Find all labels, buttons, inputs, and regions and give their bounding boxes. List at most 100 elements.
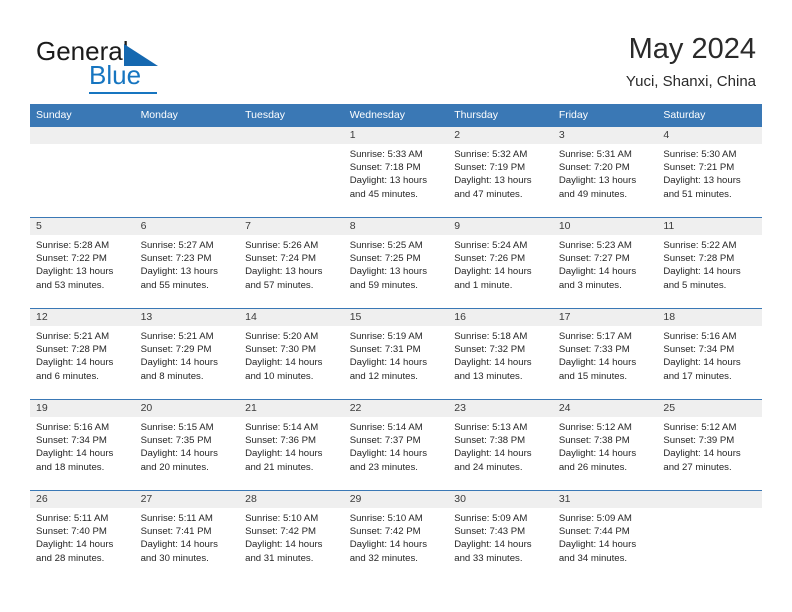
day-detail-line: Sunset: 7:35 PM — [140, 435, 212, 447]
weekday-header-friday: Friday — [552, 104, 658, 127]
day-detail-line: and 53 minutes. — [36, 279, 105, 291]
calendar-day-cell[interactable]: 17 Sunrise: 5:17 AM Sunset: 7:33 PM Dayligh… — [552, 308, 658, 400]
day-number: 13 — [134, 309, 240, 326]
calendar-day-cell[interactable]: 14 Sunrise: 5:20 AM Sunset: 7:30 PM Dayligh… — [239, 308, 344, 400]
day-number: 5 — [30, 218, 135, 235]
day-detail-line: Daylight: 14 hours — [663, 448, 741, 460]
day-detail-line: Sunrise: 5:14 AM — [349, 422, 423, 433]
weekday-header-saturday: Saturday — [657, 104, 762, 127]
day-detail-line: Daylight: 13 hours — [349, 266, 428, 278]
calendar-day-cell[interactable]: 29 Sunrise: 5:10 AM Sunset: 7:42 PM Dayligh… — [343, 490, 449, 581]
calendar-day-cell[interactable]: 24 Sunrise: 5:12 AM Sunset: 7:38 PM Dayligh… — [552, 399, 658, 491]
day-detail-line: Daylight: 14 hours — [140, 539, 218, 551]
day-detail-line: and 1 minute. — [454, 279, 513, 291]
day-detail-line: Daylight: 14 hours — [349, 448, 428, 460]
calendar-day-cell[interactable]: 25 Sunrise: 5:12 AM Sunset: 7:39 PM Dayligh… — [657, 399, 762, 491]
day-details: Sunrise: 5:33 AM Sunset: 7:18 PM Daylight:… — [344, 144, 449, 201]
calendar-day-cell[interactable]: 21 Sunrise: 5:14 AM Sunset: 7:36 PM Dayligh… — [239, 399, 344, 491]
day-details: Sunrise: 5:16 AM Sunset: 7:34 PM Daylight:… — [30, 417, 135, 474]
calendar-day-cell[interactable]: 15 Sunrise: 5:19 AM Sunset: 7:31 PM Dayligh… — [343, 308, 449, 400]
day-detail-line: and 3 minutes. — [558, 279, 622, 291]
day-detail-line: Daylight: 14 hours — [245, 357, 323, 369]
day-details: Sunrise: 5:21 AM Sunset: 7:29 PM Daylight:… — [135, 326, 240, 383]
calendar-day-cell[interactable]: 6 Sunrise: 5:27 AM Sunset: 7:23 PM Daylight… — [134, 217, 240, 309]
calendar-day-cell[interactable]: 1 Sunrise: 5:33 AM Sunset: 7:18 PM Daylight… — [343, 126, 449, 218]
day-number: 31 — [552, 491, 658, 508]
weekday-header-sunday: Sunday — [30, 104, 135, 127]
calendar-day-cell[interactable]: 12 Sunrise: 5:21 AM Sunset: 7:28 PM Dayligh… — [30, 308, 135, 400]
calendar-day-cell[interactable]: 28 Sunrise: 5:10 AM Sunset: 7:42 PM Dayligh… — [239, 490, 344, 581]
day-detail-line: Sunrise: 5:10 AM — [349, 513, 423, 524]
day-detail-line: and 26 minutes. — [558, 461, 628, 473]
calendar-day-cell[interactable]: 4 Sunrise: 5:30 AM Sunset: 7:21 PM Daylight… — [657, 126, 762, 218]
calendar-day-cell[interactable]: 30 Sunrise: 5:09 AM Sunset: 7:43 PM Dayligh… — [448, 490, 553, 581]
day-details — [239, 144, 344, 148]
day-detail-line: Daylight: 14 hours — [663, 357, 741, 369]
day-details: Sunrise: 5:32 AM Sunset: 7:19 PM Daylight:… — [448, 144, 553, 201]
day-number: 14 — [239, 309, 344, 326]
day-detail-line: Sunset: 7:33 PM — [558, 344, 630, 356]
day-detail-line: Daylight: 14 hours — [558, 357, 637, 369]
day-detail-line: Daylight: 14 hours — [140, 448, 218, 460]
day-details: Sunrise: 5:25 AM Sunset: 7:25 PM Daylight:… — [344, 235, 449, 292]
calendar-day-cell[interactable]: 20 Sunrise: 5:15 AM Sunset: 7:35 PM Dayligh… — [134, 399, 240, 491]
day-details: Sunrise: 5:26 AM Sunset: 7:24 PM Daylight:… — [239, 235, 344, 292]
calendar-body: 1 Sunrise: 5:33 AM Sunset: 7:18 PM Daylight… — [30, 126, 762, 581]
calendar-day-cell[interactable]: 11 Sunrise: 5:22 AM Sunset: 7:28 PM Dayligh… — [657, 217, 762, 309]
day-detail-line: Sunset: 7:39 PM — [663, 435, 735, 447]
calendar-day-cell[interactable]: 19 Sunrise: 5:16 AM Sunset: 7:34 PM Dayligh… — [30, 399, 135, 491]
day-detail-line: Sunrise: 5:15 AM — [140, 422, 214, 433]
day-detail-line: Daylight: 13 hours — [349, 175, 428, 187]
day-details: Sunrise: 5:14 AM Sunset: 7:36 PM Daylight:… — [239, 417, 344, 474]
calendar-day-cell[interactable]: 18 Sunrise: 5:16 AM Sunset: 7:34 PM Dayligh… — [657, 308, 762, 400]
calendar-day-cell[interactable]: 26 Sunrise: 5:11 AM Sunset: 7:40 PM Dayligh… — [30, 490, 135, 581]
day-detail-line: Sunrise: 5:28 AM — [36, 240, 110, 251]
day-details: Sunrise: 5:12 AM Sunset: 7:39 PM Daylight:… — [657, 417, 762, 474]
day-details: Sunrise: 5:30 AM Sunset: 7:21 PM Daylight:… — [657, 144, 762, 201]
day-detail-line: Daylight: 14 hours — [140, 357, 218, 369]
day-detail-line: Sunset: 7:27 PM — [558, 253, 630, 265]
calendar-day-cell[interactable]: 9 Sunrise: 5:24 AM Sunset: 7:26 PM Daylight… — [448, 217, 553, 309]
logo[interactable]: General Blue — [36, 36, 276, 94]
calendar-day-cell[interactable]: 8 Sunrise: 5:25 AM Sunset: 7:25 PM Daylight… — [343, 217, 449, 309]
day-detail-line: Sunrise: 5:22 AM — [663, 240, 737, 251]
day-detail-line: and 6 minutes. — [36, 370, 99, 382]
calendar-day-cell[interactable]: 10 Sunrise: 5:23 AM Sunset: 7:27 PM Dayligh… — [552, 217, 658, 309]
day-detail-line: Sunrise: 5:11 AM — [36, 513, 109, 524]
calendar-day-cell[interactable]: 2 Sunrise: 5:32 AM Sunset: 7:19 PM Daylight… — [448, 126, 553, 218]
calendar-day-cell[interactable]: 13 Sunrise: 5:21 AM Sunset: 7:29 PM Dayligh… — [134, 308, 240, 400]
day-details: Sunrise: 5:20 AM Sunset: 7:30 PM Daylight:… — [239, 326, 344, 383]
day-detail-line: Daylight: 14 hours — [558, 448, 637, 460]
day-detail-line: and 20 minutes. — [140, 461, 209, 473]
day-number: 8 — [343, 218, 449, 235]
day-details — [30, 144, 135, 148]
calendar-day-cell[interactable]: 5 Sunrise: 5:28 AM Sunset: 7:22 PM Daylight… — [30, 217, 135, 309]
day-detail-line: Sunset: 7:42 PM — [245, 526, 317, 538]
day-detail-line: Sunset: 7:40 PM — [36, 526, 107, 538]
calendar-head: Sunday Monday Tuesday Wednesday Thursday Frid… — [30, 104, 762, 127]
day-detail-line: Sunset: 7:25 PM — [349, 253, 421, 265]
calendar-day-cell[interactable]: 3 Sunrise: 5:31 AM Sunset: 7:20 PM Daylight… — [552, 126, 658, 218]
day-detail-line: and 34 minutes. — [558, 552, 628, 564]
day-details: Sunrise: 5:10 AM Sunset: 7:42 PM Daylight:… — [344, 508, 449, 565]
calendar-day-cell[interactable]: 31 Sunrise: 5:09 AM Sunset: 7:44 PM Dayligh… — [552, 490, 658, 581]
day-number: 24 — [552, 400, 658, 417]
day-detail-line: Sunset: 7:34 PM — [36, 435, 107, 447]
day-details: Sunrise: 5:19 AM Sunset: 7:31 PM Daylight:… — [344, 326, 449, 383]
day-detail-line: Sunset: 7:38 PM — [558, 435, 630, 447]
day-detail-line: Sunrise: 5:30 AM — [663, 149, 737, 160]
day-detail-line: and 27 minutes. — [663, 461, 732, 473]
day-details: Sunrise: 5:09 AM Sunset: 7:43 PM Daylight:… — [448, 508, 553, 565]
day-detail-line: Daylight: 14 hours — [36, 357, 114, 369]
day-number: 6 — [134, 218, 240, 235]
calendar-day-cell[interactable]: 23 Sunrise: 5:13 AM Sunset: 7:38 PM Dayligh… — [448, 399, 553, 491]
calendar-week-row: 19 Sunrise: 5:16 AM Sunset: 7:34 PM Dayligh… — [30, 399, 762, 491]
day-detail-line: Sunrise: 5:33 AM — [349, 149, 423, 160]
day-details: Sunrise: 5:23 AM Sunset: 7:27 PM Daylight:… — [553, 235, 658, 292]
calendar-day-cell[interactable]: 22 Sunrise: 5:14 AM Sunset: 7:37 PM Dayligh… — [343, 399, 449, 491]
calendar-day-cell[interactable]: 27 Sunrise: 5:11 AM Sunset: 7:41 PM Dayligh… — [134, 490, 240, 581]
day-detail-line: Sunset: 7:31 PM — [349, 344, 421, 356]
calendar-day-cell[interactable]: 16 Sunrise: 5:18 AM Sunset: 7:32 PM Dayligh… — [448, 308, 553, 400]
day-detail-line: Daylight: 14 hours — [245, 539, 323, 551]
calendar-day-cell[interactable]: 7 Sunrise: 5:26 AM Sunset: 7:24 PM Daylight… — [239, 217, 344, 309]
